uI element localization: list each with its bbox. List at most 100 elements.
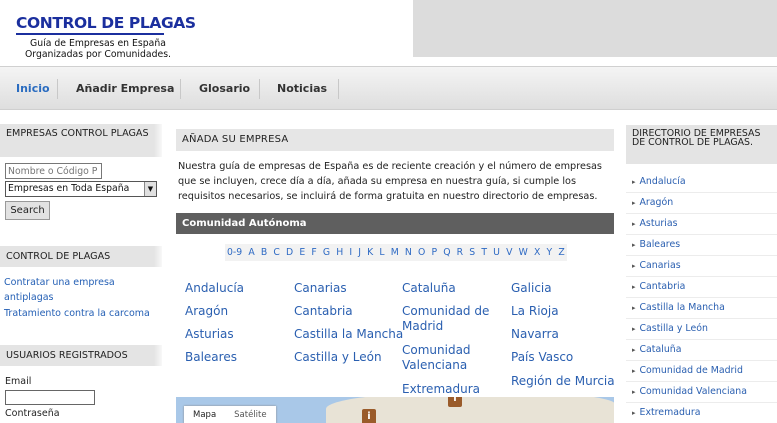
directory-item[interactable]: ▸ Extremadura	[632, 407, 700, 419]
alphabet-link[interactable]: I	[349, 244, 352, 261]
region-link-asturias[interactable]: Asturias	[185, 327, 234, 342]
region-link-baleares[interactable]: Baleares	[185, 350, 237, 365]
directory-item[interactable]: ▸ Cantabria	[632, 281, 685, 293]
region-select[interactable]: Empresas en Toda España ▼	[5, 181, 157, 197]
directory-item[interactable]: ▸ Asturias	[632, 218, 678, 230]
map-marker-icon[interactable]: i	[362, 409, 376, 423]
alphabet-link[interactable]: E	[299, 244, 305, 261]
nav-item-noticias[interactable]: Noticias	[277, 67, 327, 111]
alphabet-link[interactable]: F	[311, 244, 316, 261]
bullet-arrow-icon: ▸	[632, 325, 636, 333]
region-link-comunidad-valenciana[interactable]: Comunidad Valenciana	[402, 343, 502, 373]
directory-item[interactable]: ▸ Aragón	[632, 197, 673, 209]
email-field[interactable]	[5, 390, 95, 405]
alphabet-link[interactable]: N	[405, 244, 412, 261]
directory-item[interactable]: ▸ Canarias	[632, 260, 681, 272]
directory-item-label: Cantabria	[639, 281, 686, 292]
site-logo[interactable]: CONTROL DE PLAGAS	[16, 14, 196, 32]
region-link-navarra[interactable]: Navarra	[511, 327, 559, 342]
directory-divider	[626, 402, 777, 403]
region-link-region-de-murcia[interactable]: Región de Murcia	[511, 374, 615, 389]
companies-map[interactable]: i i Mapa Satélite	[176, 397, 614, 423]
alphabet-link[interactable]: R	[457, 244, 463, 261]
alphabet-link[interactable]: Y	[546, 244, 552, 261]
directory-divider	[626, 339, 777, 340]
directory-item-label: Comunidad Valenciana	[639, 386, 747, 397]
nav-item-inicio[interactable]: Inicio	[16, 67, 50, 111]
directory-item[interactable]: ▸ Cataluña	[632, 344, 681, 356]
alphabet-link[interactable]: J	[358, 244, 361, 261]
bullet-arrow-icon: ▸	[632, 346, 636, 354]
region-link-castilla-la-mancha[interactable]: Castilla la Mancha	[294, 327, 403, 342]
alphabet-link[interactable]: Z	[558, 244, 564, 261]
alphabet-link[interactable]: 0-9	[227, 244, 242, 261]
map-tab-mapa[interactable]: Mapa	[184, 406, 225, 423]
alphabet-link[interactable]: D	[286, 244, 293, 261]
region-link-canarias[interactable]: Canarias	[294, 281, 347, 296]
alphabet-link[interactable]: A	[248, 244, 254, 261]
directory-item-label: Comunidad de Madrid	[639, 365, 743, 376]
search-button[interactable]: Search	[5, 201, 50, 220]
region-select-value: Empresas en Toda España	[8, 183, 130, 194]
directory-item[interactable]: ▸ Castilla la Mancha	[632, 302, 725, 314]
region-header: Comunidad Autónoma	[176, 213, 614, 234]
alphabet-link[interactable]: G	[323, 244, 330, 261]
map-tab-satelite[interactable]: Satélite	[225, 406, 275, 423]
directory-divider	[626, 213, 777, 214]
nav-item-anadir-empresa[interactable]: Añadir Empresa	[76, 67, 174, 111]
region-link-la-rioja[interactable]: La Rioja	[511, 304, 559, 319]
alphabet-link[interactable]: Q	[443, 244, 450, 261]
directory-item-label: Asturias	[639, 218, 678, 229]
region-link-aragon[interactable]: Aragón	[185, 304, 228, 319]
alphabet-link[interactable]: O	[418, 244, 425, 261]
directory-item[interactable]: ▸ Castilla y León	[632, 323, 708, 335]
directory-item[interactable]: ▸ Comunidad de Madrid	[632, 365, 743, 377]
alphabet-link[interactable]: S	[469, 244, 475, 261]
alphabet-link[interactable]: H	[336, 244, 343, 261]
tagline-line-1: Guía de Empresas en España	[30, 38, 166, 49]
alphabet-link[interactable]: P	[431, 244, 437, 261]
bullet-arrow-icon: ▸	[632, 409, 636, 417]
search-box-title: EMPRESAS CONTROL PLAGAS	[0, 124, 162, 157]
alphabet-link[interactable]: L	[379, 244, 384, 261]
bullet-arrow-icon: ▸	[632, 388, 636, 396]
region-link-andalucia[interactable]: Andalucía	[185, 281, 244, 296]
region-link-galicia[interactable]: Galicia	[511, 281, 552, 296]
region-link-cataluna[interactable]: Cataluña	[402, 281, 456, 296]
company-name-input[interactable]	[5, 163, 102, 179]
alphabet-link[interactable]: W	[519, 244, 528, 261]
directory-item[interactable]: ▸ Comunidad Valenciana	[632, 386, 747, 398]
directory-divider	[626, 276, 777, 277]
region-link-extremadura[interactable]: Extremadura	[402, 382, 480, 397]
region-link-comunidad-de-madrid[interactable]: Comunidad de Madrid	[402, 304, 502, 334]
nav-item-glosario[interactable]: Glosario	[199, 67, 250, 111]
region-link-pais-vasco[interactable]: País Vasco	[511, 350, 573, 365]
alphabet-link[interactable]: X	[534, 244, 540, 261]
directory-item[interactable]: ▸ Baleares	[632, 239, 680, 251]
users-box-title: USUARIOS REGISTRADOS	[0, 345, 162, 366]
alphabet-link[interactable]: T	[481, 244, 487, 261]
alphabet-link[interactable]: V	[506, 244, 512, 261]
alphabet-link[interactable]: K	[367, 244, 373, 261]
tagline-line-2: Organizadas por Comunidades.	[24, 49, 171, 60]
alphabet-link[interactable]: C	[273, 244, 280, 261]
directory-title: DIRECTORIO DE EMPRESAS DE CONTROL DE PLA…	[626, 125, 777, 164]
chevron-down-icon[interactable]: ▼	[144, 182, 156, 196]
link-tratamiento-carcoma[interactable]: Tratamiento contra la carcoma	[4, 306, 150, 321]
main-nav: Inicio Añadir Empresa Glosario Noticias	[0, 66, 777, 110]
alphabet-index: 0-9 A B C D E F G H I J K L M N O P Q R S T U V W X Y Z	[225, 244, 567, 261]
alphabet-link[interactable]: U	[493, 244, 500, 261]
directory-divider	[626, 192, 777, 193]
alphabet-link[interactable]: B	[261, 244, 267, 261]
directory-divider	[626, 297, 777, 298]
directory-item[interactable]: ▸ Andalucía	[632, 176, 686, 188]
bullet-arrow-icon: ▸	[632, 262, 636, 270]
alphabet-link[interactable]: M	[391, 244, 399, 261]
site-header: CONTROL DE PLAGAS Guía de Empresas en Es…	[0, 0, 777, 66]
region-link-cantabria[interactable]: Cantabria	[294, 304, 353, 319]
nav-divider	[338, 79, 339, 99]
region-link-castilla-y-leon[interactable]: Castilla y León	[294, 350, 382, 365]
map-marker-icon[interactable]: i	[448, 397, 462, 407]
logo-underline	[16, 33, 164, 35]
link-contratar-empresa[interactable]: Contratar una empresa antiplagas	[4, 275, 154, 305]
